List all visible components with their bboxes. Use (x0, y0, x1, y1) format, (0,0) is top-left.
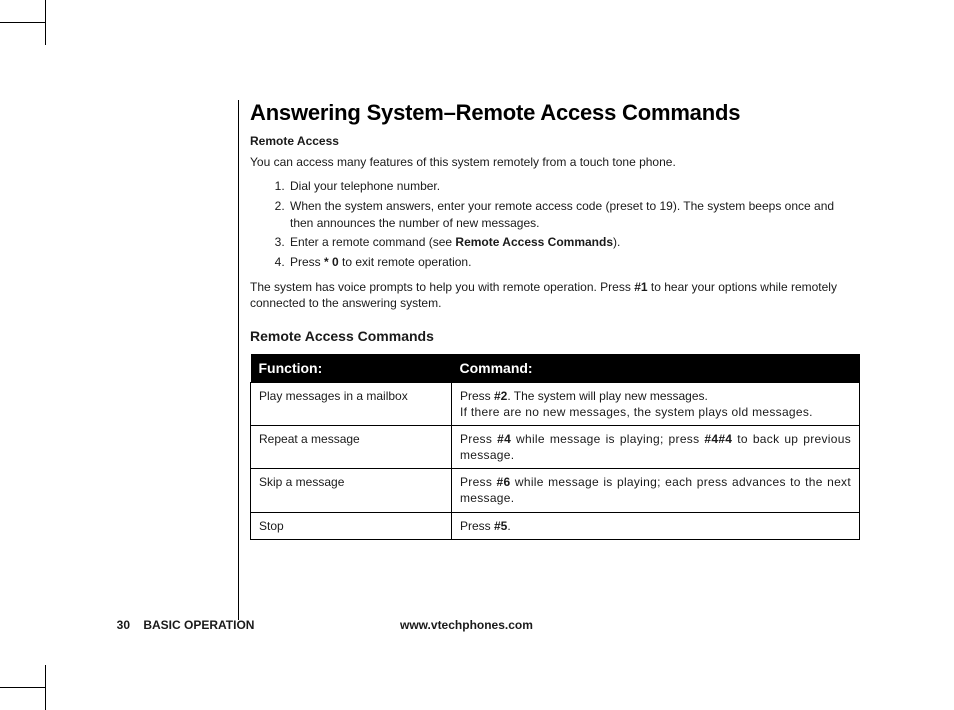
step-3: Enter a remote command (see Remote Acces… (288, 234, 860, 251)
step-1: Dial your telephone number. (288, 178, 860, 195)
cell-command: Press #6 while message is playing; each … (451, 469, 859, 512)
cell-function: Repeat a message (251, 425, 452, 468)
cell-function: Play messages in a mailbox (251, 382, 452, 425)
content-left-rule (238, 100, 239, 620)
commands-heading: Remote Access Commands (250, 328, 860, 344)
steps-list: Dial your telephone number. When the sys… (288, 178, 860, 271)
table-row: Skip a message Press #6 while message is… (251, 469, 860, 512)
cell-command: Press #2. The system will play new messa… (451, 382, 859, 425)
table-row: Stop Press #5. (251, 512, 860, 539)
step-4: Press * 0 to exit remote operation. (288, 254, 860, 271)
crop-mark-top-left (0, 0, 55, 55)
subheading: Remote Access (250, 134, 860, 148)
commands-table: Function: Command: Play messages in a ma… (250, 354, 860, 540)
crop-mark-bottom-left (0, 655, 55, 710)
table-row: Play messages in a mailbox Press #2. The… (251, 382, 860, 425)
table-row: Repeat a message Press #4 while message … (251, 425, 860, 468)
table-header-function: Function: (251, 354, 452, 383)
page: Answering System–Remote Access Commands … (100, 20, 900, 680)
section-name: BASIC OPERATION (143, 618, 254, 632)
cell-function: Skip a message (251, 469, 452, 512)
content-area: Answering System–Remote Access Commands … (250, 100, 860, 540)
cell-command: Press #5. (451, 512, 859, 539)
footer-url: www.vtechphones.com (400, 618, 533, 632)
page-number: 30 (100, 618, 130, 632)
table-header-command: Command: (451, 354, 859, 383)
page-title: Answering System–Remote Access Commands (250, 100, 860, 126)
cell-function: Stop (251, 512, 452, 539)
intro-text: You can access many features of this sys… (250, 154, 860, 170)
step-2: When the system answers, enter your remo… (288, 198, 860, 233)
cell-command: Press #4 while message is playing; press… (451, 425, 859, 468)
after-steps-text: The system has voice prompts to help you… (250, 279, 860, 311)
footer: 30 BASIC OPERATION www.vtechphones.com (100, 618, 860, 632)
